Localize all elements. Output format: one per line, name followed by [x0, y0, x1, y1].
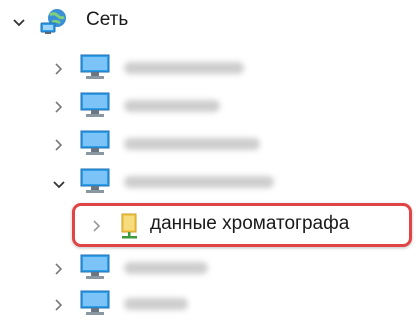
chevron-right-icon[interactable]: [52, 298, 66, 312]
chevron-right-icon[interactable]: [52, 62, 66, 76]
redacted-computer-name: [124, 138, 260, 150]
tree-node-computer[interactable]: [0, 288, 418, 322]
tree-node-network[interactable]: Сеть: [0, 2, 418, 36]
computer-icon: [80, 168, 110, 194]
computer-icon: [80, 290, 110, 316]
network-icon: [40, 7, 70, 35]
tree-node-computer[interactable]: [0, 252, 418, 286]
network-label[interactable]: Сеть: [86, 9, 128, 31]
redacted-computer-name: [124, 176, 274, 188]
tree-node-computer-expanded[interactable]: [0, 164, 418, 198]
tree-node-shared-folder[interactable]: данные хроматографа: [0, 208, 418, 242]
chevron-right-icon[interactable]: [52, 138, 66, 152]
computer-icon: [80, 254, 110, 280]
computer-icon: [80, 130, 110, 156]
chevron-right-icon[interactable]: [52, 262, 66, 276]
redacted-computer-name: [124, 298, 188, 310]
tree-node-computer[interactable]: [0, 88, 418, 122]
tree-node-computer[interactable]: [0, 50, 418, 84]
redacted-computer-name: [124, 62, 244, 74]
chevron-down-icon[interactable]: [52, 178, 66, 192]
computer-icon: [80, 92, 110, 118]
shared-folder-label[interactable]: данные хроматографа: [150, 213, 349, 235]
chevron-right-icon[interactable]: [52, 100, 66, 114]
computer-icon: [80, 54, 110, 80]
tree-node-computer[interactable]: [0, 126, 418, 160]
chevron-down-icon[interactable]: [12, 16, 26, 30]
redacted-computer-name: [124, 100, 220, 112]
shared-folder-icon: [118, 212, 144, 240]
redacted-computer-name: [124, 262, 208, 274]
chevron-right-icon[interactable]: [90, 219, 104, 233]
network-tree: Сеть данные хроматографа: [0, 0, 418, 315]
